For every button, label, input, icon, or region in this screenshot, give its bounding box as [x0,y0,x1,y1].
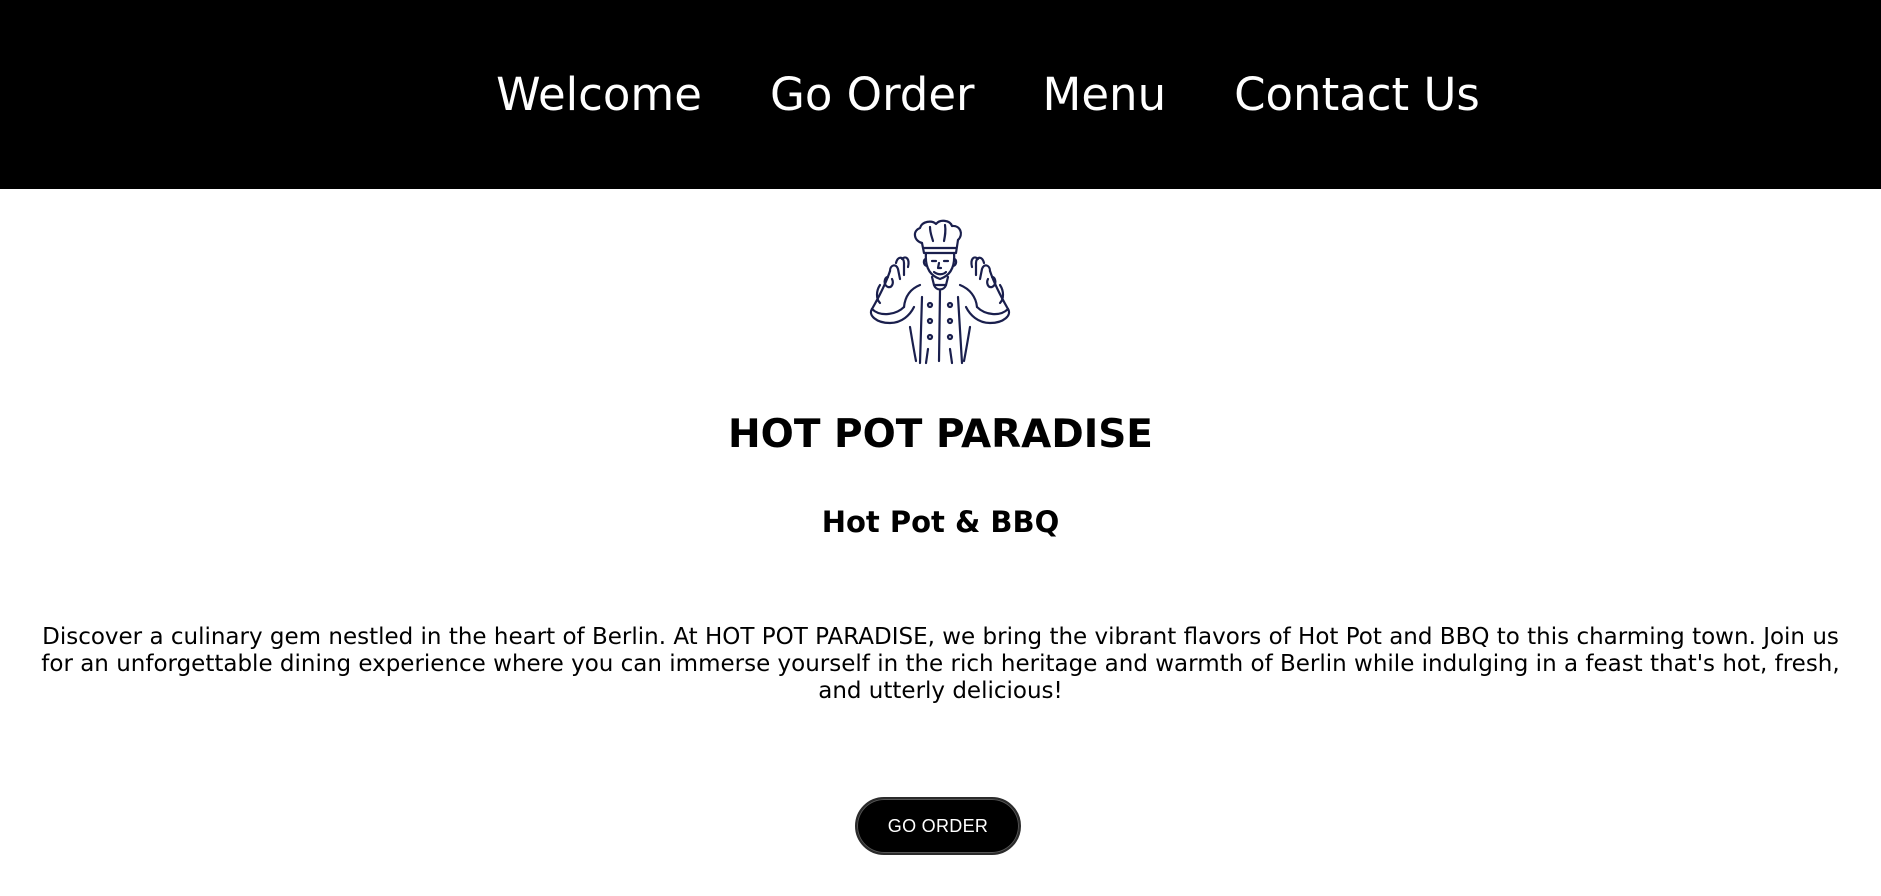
nav-link-go-order[interactable]: Go Order [770,72,975,117]
go-order-button[interactable]: GO ORDER [855,797,1021,855]
chef-icon [850,215,1030,365]
page-title: HOT POT PARADISE [728,412,1153,457]
page-subtitle: Hot Pot & BBQ [821,505,1060,539]
nav-link-menu[interactable]: Menu [1043,72,1167,117]
nav-link-contact-us[interactable]: Contact Us [1234,72,1480,117]
top-navigation: Welcome Go Order Menu Contact Us [0,0,1881,189]
intro-paragraph: Discover a culinary gem nestled in the h… [41,624,1840,704]
nav-link-welcome[interactable]: Welcome [496,72,702,117]
